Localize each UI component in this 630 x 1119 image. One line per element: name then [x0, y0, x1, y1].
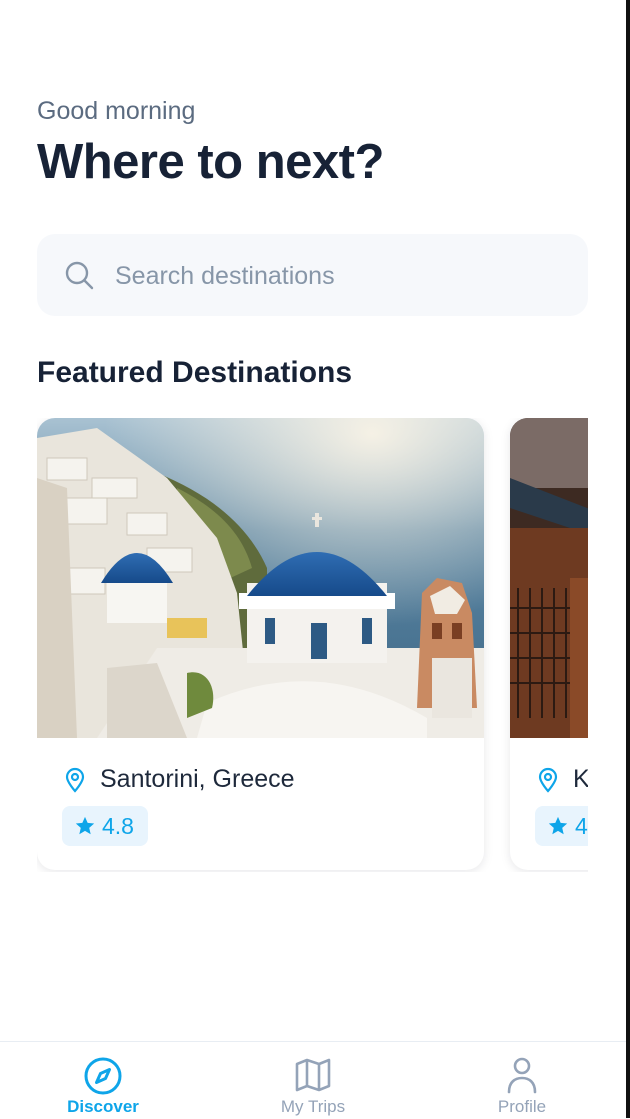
tab-label: Discover: [67, 1097, 139, 1116]
section-title-featured: Featured Destinations: [37, 356, 353, 389]
search-input[interactable]: [113, 234, 567, 318]
bottom-tab-bar: Discover My Trips Profile: [0, 1041, 626, 1119]
user-icon: [507, 1057, 537, 1094]
card-location: K: [537, 765, 588, 794]
tab-label: My Trips: [280, 1097, 346, 1116]
tab-profile[interactable]: Profile: [452, 1042, 592, 1119]
star-icon: [548, 816, 568, 835]
map-icon: [295, 1058, 331, 1092]
destination-name: Santorini, Greece: [100, 765, 295, 793]
card-location: Santorini, Greece: [64, 765, 295, 794]
search-icon: [65, 261, 94, 290]
destination-name: K: [573, 765, 588, 793]
featured-carousel[interactable]: Santorini, Greece 4.8 K 4: [37, 418, 588, 872]
map-pin-icon: [65, 767, 85, 793]
destination-card[interactable]: Santorini, Greece 4.8: [37, 418, 484, 870]
destination-image: [37, 418, 484, 738]
page-title: Where to next?: [37, 135, 384, 189]
tab-discover[interactable]: Discover: [33, 1042, 173, 1119]
tab-label: Profile: [497, 1097, 547, 1116]
rating-value: 4.8: [102, 812, 134, 839]
greeting-text: Good morning: [37, 97, 196, 125]
rating-value: 4: [575, 812, 588, 839]
map-pin-icon: [538, 767, 558, 793]
rating-badge: 4: [535, 806, 588, 846]
destination-card[interactable]: K 4: [510, 418, 588, 870]
destination-image: [510, 418, 588, 738]
star-icon: [75, 816, 95, 835]
window-edge: [626, 0, 630, 1118]
compass-icon: [84, 1057, 122, 1095]
search-bar[interactable]: [37, 234, 588, 318]
rating-badge: 4.8: [62, 806, 148, 846]
tab-my-trips[interactable]: My Trips: [243, 1042, 383, 1119]
